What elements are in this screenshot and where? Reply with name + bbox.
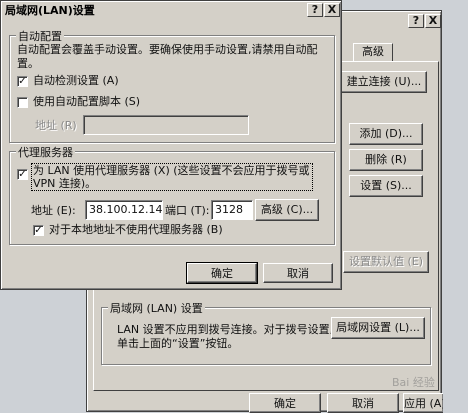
cancel-button[interactable]: 取消	[263, 263, 333, 283]
proxy-address-input[interactable]: 38.100.12.148	[85, 200, 163, 220]
ok-button[interactable]: 确定	[186, 262, 258, 284]
back-window-help-button[interactable]: ?	[408, 14, 424, 28]
proxy-port-label: 端口 (T):	[165, 204, 210, 217]
set-default-button[interactable]: 设置默认值 (E)	[343, 251, 429, 273]
back-ok-button[interactable]: 确定	[249, 393, 321, 413]
auto-detect-checkbox[interactable]: ✓	[17, 76, 28, 87]
script-address-input[interactable]	[83, 115, 249, 135]
lan-settings-dialog: 局域网(LAN)设置 ? X 自动配置 自动配置会覆盖手动设置。要确保使用手动设…	[0, 0, 342, 290]
dialog-title: 局域网(LAN)设置	[3, 3, 339, 19]
proxy-advanced-button[interactable]: 高级 (C)...	[255, 199, 319, 221]
auto-config-desc-line1: 自动配置会覆盖手动设置。要确保使用手动设置,请禁用自动配	[17, 43, 318, 56]
use-script-checkbox[interactable]	[17, 97, 28, 108]
proxy-port-input[interactable]: 3128	[211, 200, 253, 220]
script-address-label: 地址 (R)	[35, 119, 77, 132]
add-button[interactable]: 添加 (D)...	[349, 123, 423, 145]
auto-config-desc-line2: 置。	[17, 57, 39, 70]
bypass-local-checkbox[interactable]: ✓	[33, 225, 44, 236]
proxy-group-label: 代理服务器	[16, 144, 75, 160]
lan-settings-group-label: 局域网 (LAN) 设置	[108, 300, 205, 316]
back-cancel-button[interactable]: 取消	[327, 393, 399, 413]
setup-connection-button[interactable]: 建立连接 (U)...	[341, 71, 427, 93]
close-button[interactable]: X	[324, 3, 340, 17]
use-proxy-checkbox[interactable]: ✓	[17, 169, 28, 180]
lan-settings-button[interactable]: 局域网设置 (L)...	[331, 317, 425, 339]
use-proxy-label-line2: VPN 连接)。	[33, 177, 97, 190]
use-proxy-label-line1: 为 LAN 使用代理服务器 (X) (这些设置不会应用于拨号或	[33, 164, 310, 177]
tab-advanced[interactable]: 高级	[353, 43, 393, 61]
watermark-text: Bai 经验	[392, 376, 435, 389]
settings-button[interactable]: 设置 (S)...	[349, 175, 423, 197]
bypass-local-label: 对于本地地址不使用代理服务器 (B)	[49, 223, 223, 236]
help-button[interactable]: ?	[307, 3, 323, 17]
back-window-close-button[interactable]: X	[425, 14, 441, 28]
lan-settings-text-line2: 单击上面的“设置”按钮。	[117, 337, 239, 350]
apply-button[interactable]: 应用 (A)	[403, 393, 443, 413]
use-script-label: 使用自动配置脚本 (S)	[33, 95, 141, 108]
lan-settings-text-line1: LAN 设置不应用到拨号连接。对于拨号设置,	[117, 323, 334, 336]
proxy-address-label: 地址 (E):	[31, 204, 76, 217]
auto-config-group-label: 自动配置	[16, 28, 64, 44]
remove-button[interactable]: 删除 (R)	[349, 149, 423, 171]
auto-detect-label: 自动检测设置 (A)	[33, 74, 119, 87]
